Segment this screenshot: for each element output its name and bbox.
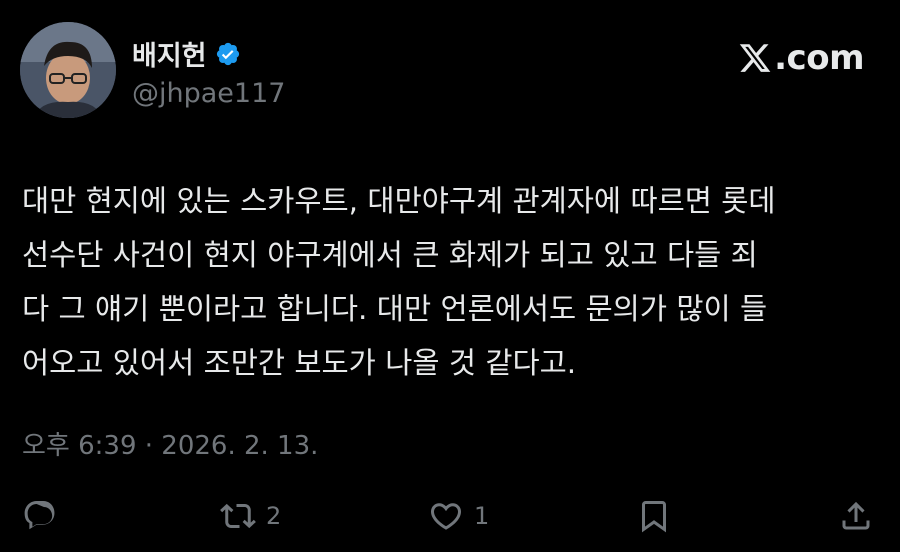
- share-button[interactable]: [838, 498, 874, 534]
- author-handle[interactable]: @jhpae117: [132, 78, 285, 109]
- retweet-count: 2: [266, 502, 282, 530]
- verified-badge-icon: [215, 41, 241, 67]
- author-display-name[interactable]: 배지헌: [132, 34, 207, 73]
- tweet-timestamp[interactable]: 오후 6:39 · 2026. 2. 13.: [22, 425, 318, 462]
- tweet-text: 대만 현지에 있는 스카우트, 대만야구계 관계자에 따르면 롯데 선수단 사건…: [22, 174, 884, 390]
- tweet-line: 선수단 사건이 현지 야구계에서 큰 화제가 되고 있고 다들 죄: [22, 238, 758, 272]
- brand-logo: .com: [738, 38, 864, 78]
- brand-domain-text: .com: [774, 38, 864, 78]
- avatar[interactable]: [20, 22, 116, 118]
- action-bar: 2 1: [0, 490, 900, 546]
- reply-button[interactable]: [22, 498, 58, 534]
- reply-icon: [24, 501, 55, 530]
- x-logo-icon: [738, 41, 772, 75]
- like-count: 1: [474, 502, 490, 530]
- tweet-line: 다 그 얘기 뿐이라고 합니다. 대만 언론에서도 문의가 많이 들: [22, 292, 768, 326]
- author-name-row: 배지헌: [132, 34, 241, 73]
- tweet-line: 어오고 있어서 조만간 보도가 나올 것 같다고.: [22, 346, 577, 380]
- tweet-line: 대만 현지에 있는 스카우트, 대만야구계 관계자에 따르면 롯데: [22, 184, 776, 218]
- like-button[interactable]: 1: [428, 498, 489, 534]
- bookmark-button[interactable]: [636, 498, 672, 534]
- retweet-button[interactable]: 2: [220, 498, 281, 534]
- heart-icon: [430, 503, 462, 530]
- avatar-photo: [20, 22, 116, 118]
- bookmark-icon: [642, 501, 666, 533]
- share-icon: [842, 501, 870, 530]
- retweet-icon: [220, 503, 256, 529]
